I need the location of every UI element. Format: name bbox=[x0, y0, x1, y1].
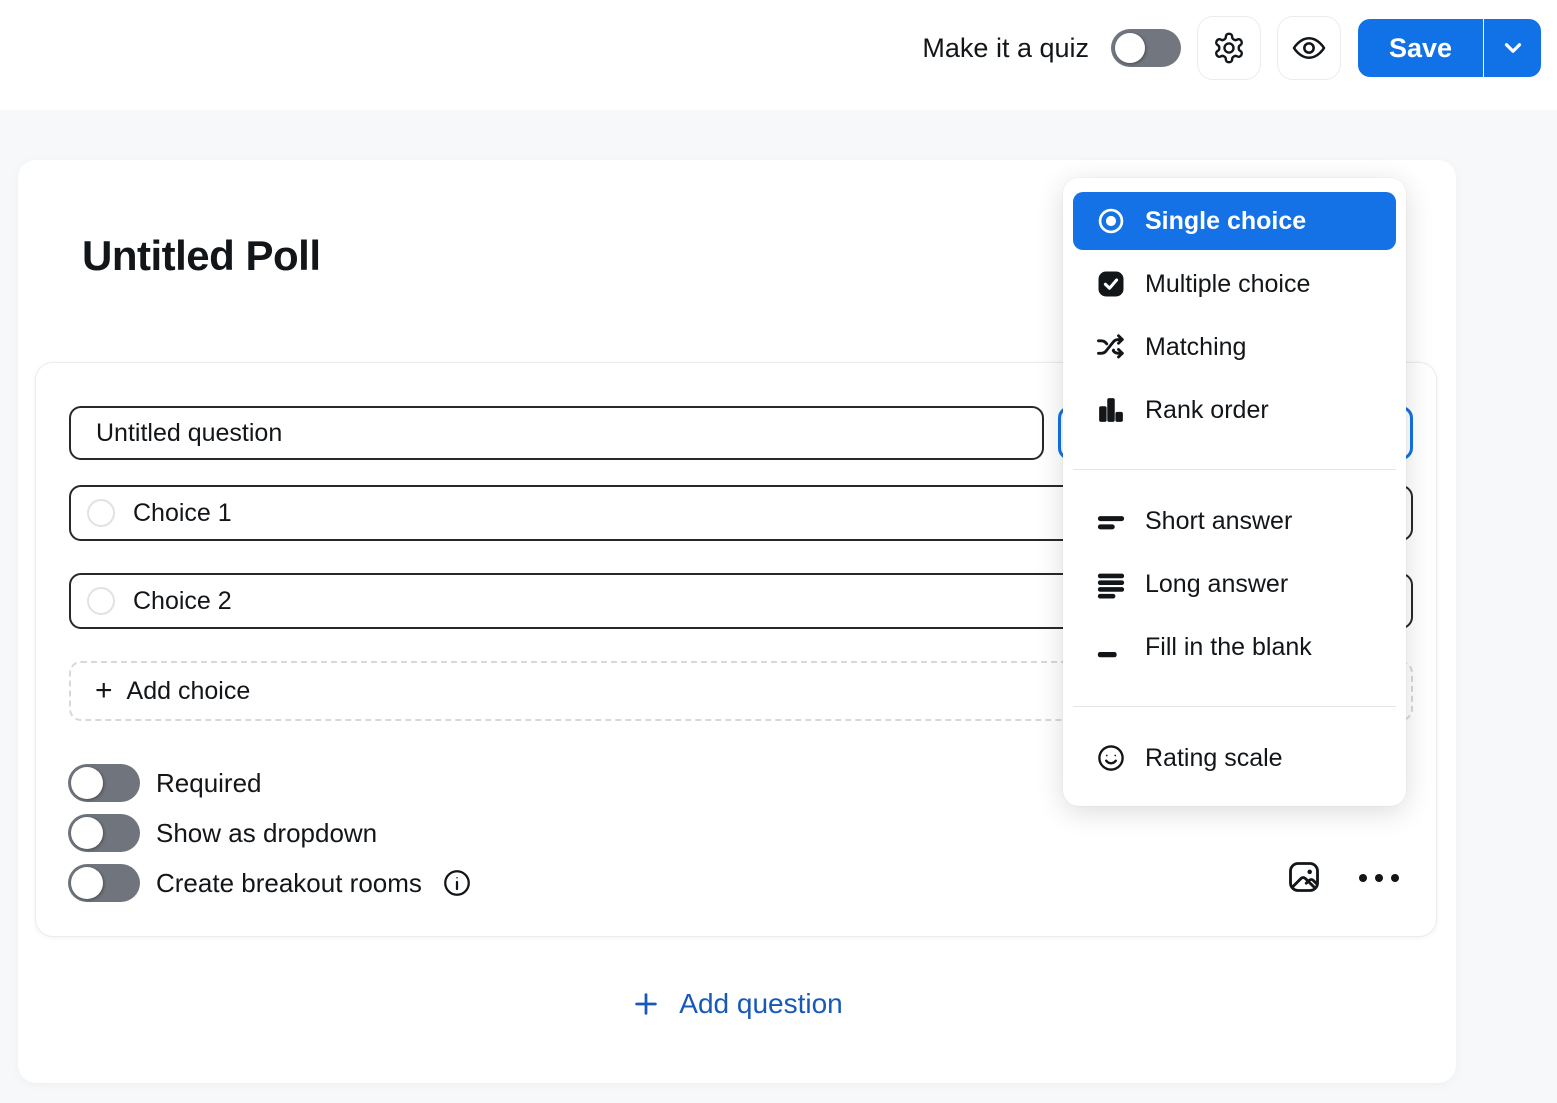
show-as-dropdown-toggle[interactable] bbox=[68, 814, 140, 852]
toggle-knob bbox=[71, 867, 103, 899]
info-icon[interactable] bbox=[442, 868, 472, 898]
chevron-down-icon bbox=[1500, 35, 1526, 61]
smiley-icon bbox=[1095, 743, 1127, 773]
menu-item-label: Rank order bbox=[1145, 396, 1269, 425]
radio-icon bbox=[87, 499, 115, 527]
save-button[interactable]: Save bbox=[1358, 19, 1483, 77]
menu-item-multiple-choice[interactable]: Multiple choice bbox=[1073, 255, 1396, 313]
add-choice-label: Add choice bbox=[127, 677, 251, 706]
radio-icon bbox=[87, 587, 115, 615]
add-image-button[interactable] bbox=[1284, 857, 1324, 897]
radio-icon bbox=[1095, 205, 1127, 237]
required-label: Required bbox=[156, 768, 262, 799]
choice-label: Choice 2 bbox=[133, 587, 232, 616]
top-bar: Make it a quiz Save bbox=[0, 0, 1557, 110]
menu-item-label: Fill in the blank bbox=[1145, 633, 1312, 662]
breakout-rooms-label: Create breakout rooms bbox=[156, 868, 422, 899]
underscore-icon bbox=[1095, 632, 1127, 662]
image-icon bbox=[1286, 859, 1322, 895]
menu-item-short-answer[interactable]: Short answer bbox=[1073, 492, 1396, 550]
make-it-a-quiz-toggle[interactable] bbox=[1111, 29, 1181, 67]
required-toggle[interactable] bbox=[68, 764, 140, 802]
question-title-input[interactable]: Untitled question bbox=[69, 406, 1044, 460]
gear-icon bbox=[1212, 31, 1246, 65]
choice-label: Choice 1 bbox=[133, 499, 232, 528]
show-as-dropdown-toggle-row: Show as dropdown bbox=[68, 813, 377, 853]
long-answer-icon bbox=[1095, 569, 1127, 599]
menu-item-label: Multiple choice bbox=[1145, 270, 1310, 299]
menu-item-fill-in-the-blank[interactable]: Fill in the blank bbox=[1073, 618, 1396, 676]
shuffle-icon bbox=[1095, 332, 1127, 362]
menu-item-rank-order[interactable]: Rank order bbox=[1073, 381, 1396, 439]
menu-item-rating-scale[interactable]: Rating scale bbox=[1073, 729, 1396, 787]
bar-chart-icon bbox=[1095, 395, 1127, 425]
preview-button[interactable] bbox=[1277, 16, 1341, 80]
menu-item-label: Single choice bbox=[1145, 207, 1306, 236]
ellipsis-icon bbox=[1359, 874, 1399, 882]
toggle-knob bbox=[71, 767, 103, 799]
show-as-dropdown-label: Show as dropdown bbox=[156, 818, 377, 849]
breakout-rooms-toggle-row: Create breakout rooms bbox=[68, 863, 472, 903]
poll-title[interactable]: Untitled Poll bbox=[82, 232, 321, 280]
save-split-button: Save bbox=[1358, 19, 1541, 77]
menu-item-label: Rating scale bbox=[1145, 744, 1283, 773]
question-title-value: Untitled question bbox=[96, 419, 282, 448]
make-it-a-quiz-label: Make it a quiz bbox=[922, 33, 1089, 64]
menu-divider bbox=[1073, 706, 1396, 707]
more-options-button[interactable] bbox=[1344, 863, 1414, 893]
toggle-knob bbox=[71, 817, 103, 849]
question-type-menu: Single choice Multiple choice bbox=[1063, 178, 1406, 806]
settings-button[interactable] bbox=[1197, 16, 1261, 80]
toggle-knob bbox=[1115, 33, 1145, 63]
add-question-label: Add question bbox=[679, 988, 842, 1020]
poll-editor-page: Make it a quiz Save bbox=[0, 0, 1557, 1103]
menu-divider bbox=[1073, 469, 1396, 470]
required-toggle-row: Required bbox=[68, 763, 262, 803]
menu-item-label: Short answer bbox=[1145, 507, 1292, 536]
menu-item-matching[interactable]: Matching bbox=[1073, 318, 1396, 376]
menu-item-long-answer[interactable]: Long answer bbox=[1073, 555, 1396, 613]
breakout-rooms-toggle[interactable] bbox=[68, 864, 140, 902]
save-dropdown-button[interactable] bbox=[1483, 19, 1541, 77]
add-question-button[interactable]: Add question bbox=[18, 982, 1456, 1026]
checkbox-icon bbox=[1095, 269, 1127, 299]
plus-icon: + bbox=[95, 676, 113, 706]
menu-item-label: Long answer bbox=[1145, 570, 1288, 599]
short-answer-icon bbox=[1095, 506, 1127, 536]
menu-item-label: Matching bbox=[1145, 333, 1246, 362]
menu-item-single-choice[interactable]: Single choice bbox=[1073, 192, 1396, 250]
plus-icon bbox=[631, 989, 661, 1019]
eye-icon bbox=[1291, 30, 1327, 66]
